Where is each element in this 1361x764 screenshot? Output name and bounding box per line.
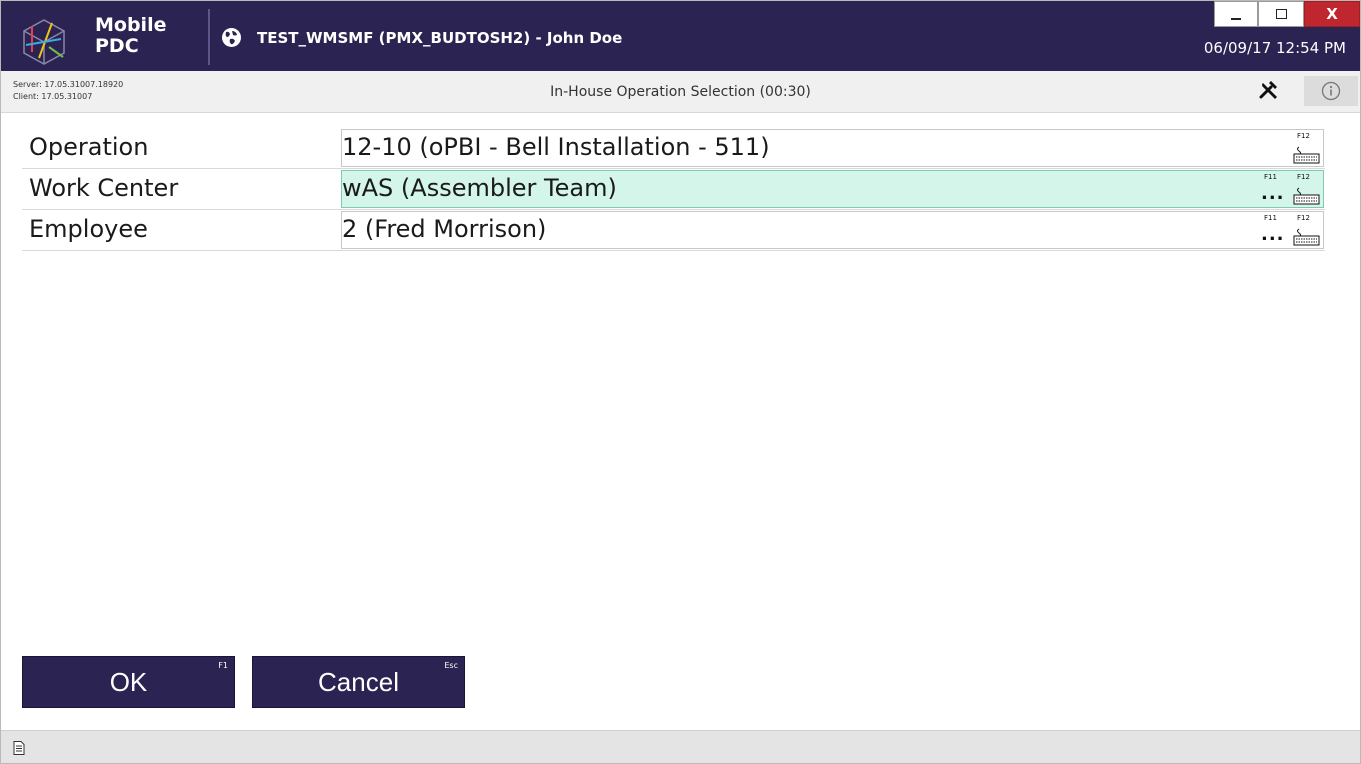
brand-line-1: Mobile <box>95 14 167 36</box>
form-row-operation: Operation 12-10 (oPBI - Bell Installatio… <box>22 128 1325 169</box>
employee-lookup-button[interactable]: ... <box>1261 226 1285 244</box>
employee-f12-hint: F12 <box>1297 214 1310 222</box>
brand-line-2: PDC <box>95 35 139 57</box>
ok-hotkey-hint: F1 <box>218 661 228 670</box>
screen-title: In-House Operation Selection (00:30) <box>550 84 811 100</box>
employee-label: Employee <box>29 215 148 243</box>
title-bar: Mobile PDC TEST_WMSMF (PMX_BUDTOSH2) - J… <box>1 1 1360 71</box>
title-separator <box>208 9 210 65</box>
cancel-button[interactable]: Cancel Esc <box>252 656 465 708</box>
close-icon: X <box>1326 5 1338 23</box>
datetime-display: 06/09/17 12:54 PM <box>1203 39 1346 57</box>
log-icon[interactable] <box>13 741 25 755</box>
cancel-button-label: Cancel <box>318 666 399 697</box>
operation-label: Operation <box>29 133 149 161</box>
sub-header: Server: 17.05.31007.18920 Client: 17.05.… <box>1 71 1360 113</box>
info-button[interactable] <box>1304 76 1358 106</box>
status-bar <box>1 730 1360 763</box>
minimize-icon <box>1231 18 1241 20</box>
globe-icon <box>222 28 241 47</box>
keyboard-icon[interactable] <box>1293 228 1320 246</box>
work-center-f12-hint: F12 <box>1297 173 1310 181</box>
mobile-pdc-logo-icon <box>23 19 65 65</box>
close-button[interactable]: X <box>1304 1 1360 27</box>
employee-f11-hint: F11 <box>1264 214 1277 222</box>
maximize-button[interactable] <box>1258 1 1304 27</box>
form-row-work-center: Work Center wAS (Assembler Team) F11 F12… <box>22 169 1325 210</box>
app-window: Mobile PDC TEST_WMSMF (PMX_BUDTOSH2) - J… <box>0 0 1361 764</box>
info-icon <box>1321 81 1341 101</box>
keyboard-icon[interactable] <box>1293 146 1320 164</box>
operation-value: 12-10 (oPBI - Bell Installation - 511) <box>342 133 770 161</box>
keyboard-icon[interactable] <box>1293 187 1320 205</box>
work-center-field[interactable]: wAS (Assembler Team) F11 F12 ... <box>341 170 1324 208</box>
work-center-f11-hint: F11 <box>1264 173 1277 181</box>
app-brand: Mobile PDC <box>95 15 166 57</box>
cancel-hotkey-hint: Esc <box>444 661 458 670</box>
minimize-button[interactable] <box>1214 1 1258 27</box>
window-controls: X <box>1214 1 1360 27</box>
employee-value: 2 (Fred Morrison) <box>342 215 547 243</box>
work-center-value: wAS (Assembler Team) <box>342 174 617 202</box>
ok-button-label: OK <box>109 666 148 697</box>
operation-field[interactable]: 12-10 (oPBI - Bell Installation - 511) F… <box>341 129 1324 167</box>
work-center-label: Work Center <box>29 174 179 202</box>
maximize-icon <box>1275 9 1287 19</box>
form-row-employee: Employee 2 (Fred Morrison) F11 F12 ... <box>22 210 1325 251</box>
work-center-lookup-button[interactable]: ... <box>1261 185 1285 203</box>
operation-f12-hint: F12 <box>1297 132 1310 140</box>
session-title: TEST_WMSMF (PMX_BUDTOSH2) - John Doe <box>257 29 623 47</box>
selection-form: Operation 12-10 (oPBI - Bell Installatio… <box>22 128 1325 251</box>
employee-field[interactable]: 2 (Fred Morrison) F11 F12 ... <box>341 211 1324 249</box>
ok-button[interactable]: OK F1 <box>22 656 235 708</box>
tools-icon[interactable] <box>1257 79 1281 103</box>
